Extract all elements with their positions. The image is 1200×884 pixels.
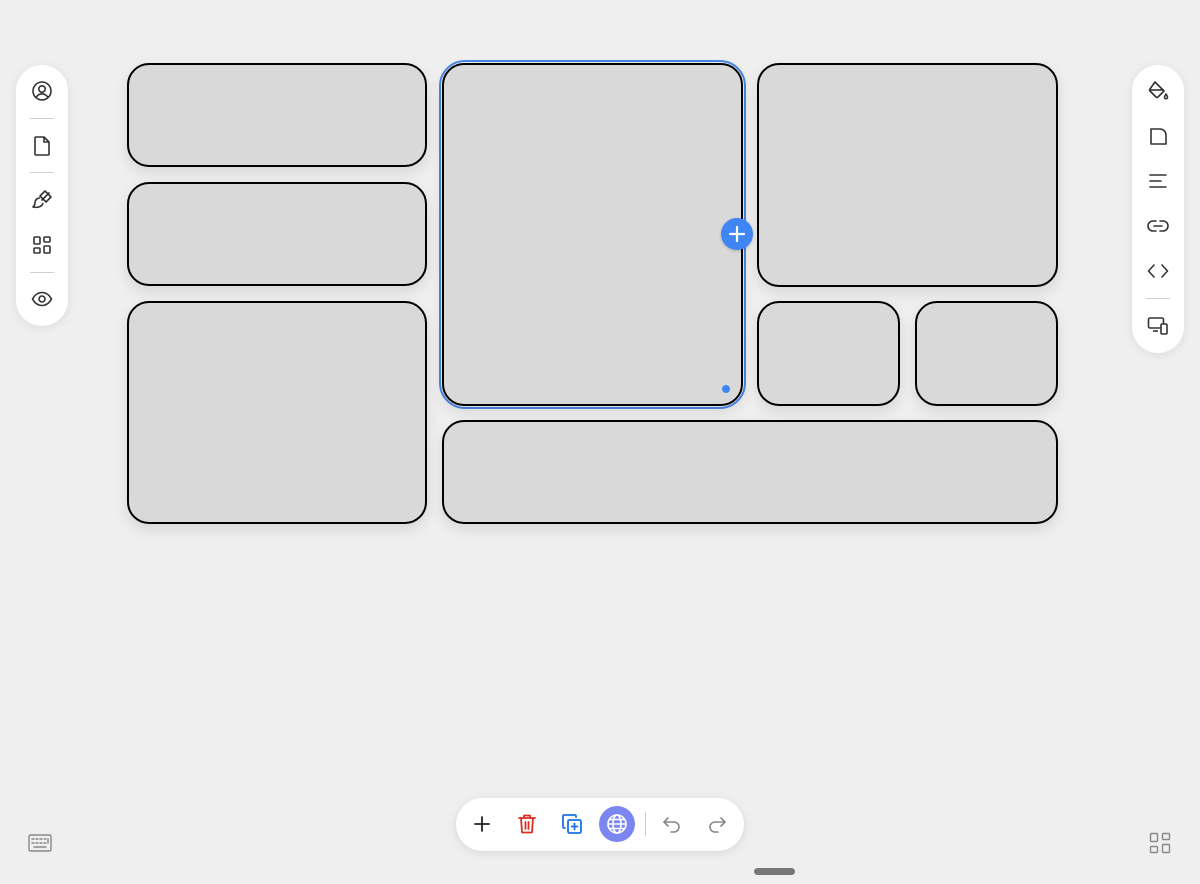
add-tile-handle[interactable]	[721, 218, 753, 250]
preview-eye-icon	[31, 291, 53, 307]
add-button[interactable]	[464, 806, 500, 842]
code-button[interactable]	[1132, 253, 1184, 289]
corner-radius-button[interactable]	[1132, 118, 1184, 154]
fill-color-button[interactable]	[1132, 73, 1184, 109]
widgets-icon	[32, 235, 52, 255]
plus-icon	[728, 225, 746, 243]
tile-right-top[interactable]	[757, 63, 1058, 287]
tile-left-2[interactable]	[127, 182, 427, 286]
page-button[interactable]	[16, 128, 68, 164]
brush-icon	[31, 189, 53, 211]
corner-radius-icon	[1148, 126, 1168, 146]
duplicate-button[interactable]	[554, 806, 590, 842]
grid-button[interactable]	[1144, 828, 1176, 858]
bottom-toolbar	[456, 798, 744, 851]
add-icon	[473, 815, 491, 833]
text-align-button[interactable]	[1132, 163, 1184, 199]
keyboard-icon	[28, 834, 52, 852]
toolbar-divider	[30, 118, 54, 119]
device-preview-icon	[1147, 316, 1169, 336]
delete-button[interactable]	[509, 806, 545, 842]
text-align-icon	[1148, 172, 1168, 190]
right-toolbar	[1132, 65, 1184, 353]
profile-button[interactable]	[16, 73, 68, 109]
brush-button[interactable]	[16, 182, 68, 218]
editor-canvas	[0, 0, 1200, 884]
widgets-button[interactable]	[16, 227, 68, 263]
tile-right-small-1[interactable]	[757, 301, 900, 406]
duplicate-icon	[561, 813, 583, 835]
paint-bucket-icon	[1147, 80, 1169, 102]
globe-icon	[606, 813, 628, 835]
code-icon	[1147, 263, 1169, 279]
profile-icon	[31, 80, 53, 102]
tile-left-1[interactable]	[127, 63, 427, 167]
tile-left-3[interactable]	[127, 301, 427, 524]
toolbar-divider	[30, 272, 54, 273]
tile-bottom-wide[interactable]	[442, 420, 1058, 524]
delete-icon	[517, 813, 537, 835]
resize-handle[interactable]	[722, 385, 730, 393]
keyboard-button[interactable]	[24, 828, 56, 858]
redo-button[interactable]	[699, 806, 735, 842]
toolbar-divider	[1146, 298, 1170, 299]
undo-icon	[662, 815, 682, 833]
grid-icon	[1149, 832, 1171, 854]
device-preview-button[interactable]	[1132, 308, 1184, 344]
left-toolbar	[16, 65, 68, 326]
link-icon	[1147, 219, 1169, 233]
tile-right-small-2[interactable]	[915, 301, 1058, 406]
preview-button[interactable]	[16, 281, 68, 317]
redo-icon	[707, 815, 727, 833]
toolbar-divider	[30, 172, 54, 173]
undo-button[interactable]	[654, 806, 690, 842]
globe-button[interactable]	[599, 806, 635, 842]
toolbar-divider	[645, 812, 646, 836]
link-button[interactable]	[1132, 208, 1184, 244]
page-icon	[32, 135, 52, 157]
tile-center-selected[interactable]	[442, 63, 743, 406]
home-indicator[interactable]	[754, 868, 795, 875]
